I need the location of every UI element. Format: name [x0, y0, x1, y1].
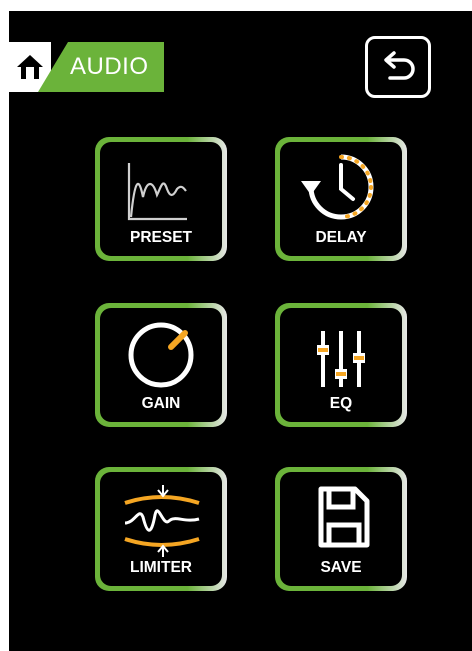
save-label: SAVE	[320, 559, 362, 576]
eq-button[interactable]: EQ	[275, 303, 407, 427]
save-button[interactable]: SAVE	[275, 467, 407, 591]
back-button[interactable]	[365, 36, 431, 98]
delay-label: DELAY	[315, 229, 367, 246]
home-icon	[17, 55, 43, 79]
eq-label: EQ	[329, 395, 353, 412]
gain-label: GAIN	[141, 395, 181, 412]
section-title: AUDIO	[70, 53, 149, 80]
limiter-button[interactable]: LIMITER	[95, 467, 227, 591]
preset-button[interactable]: PRESET	[95, 137, 227, 261]
preset-label: PRESET	[129, 229, 192, 246]
delay-button[interactable]: DELAY	[275, 137, 407, 261]
back-icon	[384, 51, 415, 80]
gain-button[interactable]: GAIN	[95, 303, 227, 427]
limiter-label: LIMITER	[130, 559, 192, 576]
